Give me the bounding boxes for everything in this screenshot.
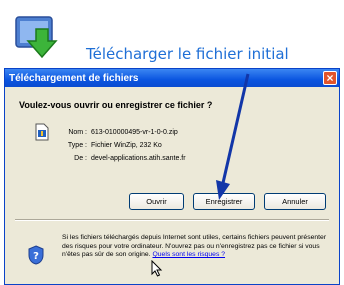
name-value: 613-010000495-vr-1-0-0.zip xyxy=(91,129,178,136)
divider xyxy=(15,219,329,221)
shield-icon: ? xyxy=(28,245,44,265)
file-type-row: Type : Fichier WinZip, 232 Ko xyxy=(31,142,162,149)
file-source-row: De : devel-applications.atih.sante.fr xyxy=(31,155,186,162)
cursor-icon xyxy=(151,260,163,277)
dialog-title: Téléchargement de fichiers xyxy=(9,72,139,84)
download-app-icon xyxy=(15,16,58,59)
file-name-row: Nom : 613-010000495-vr-1-0-0.zip xyxy=(31,129,178,136)
source-label: De : xyxy=(74,155,87,162)
cancel-button[interactable]: Annuler xyxy=(264,193,326,210)
type-label: Type : xyxy=(67,142,87,149)
save-button[interactable]: Enregistrer xyxy=(193,193,255,210)
type-value: Fichier WinZip, 232 Ko xyxy=(91,142,162,149)
title-bar: Téléchargement de fichiers xyxy=(5,69,339,87)
warning-message: Si les fichiers téléchargés depuis Inter… xyxy=(62,234,334,260)
source-value: devel-applications.atih.sante.fr xyxy=(91,155,186,162)
close-icon[interactable] xyxy=(323,71,337,85)
svg-text:?: ? xyxy=(33,251,39,262)
caption: Télécharger le fichier initial xyxy=(86,45,289,63)
dialog-question: Voulez-vous ouvrir ou enregistrer ce fic… xyxy=(19,100,213,110)
name-label: Nom : xyxy=(68,129,87,136)
download-dialog: Téléchargement de fichiers Voulez-vous o… xyxy=(4,68,340,285)
open-button[interactable]: Ouvrir xyxy=(129,193,184,210)
risks-link[interactable]: Quels sont les risques ? xyxy=(152,251,225,258)
